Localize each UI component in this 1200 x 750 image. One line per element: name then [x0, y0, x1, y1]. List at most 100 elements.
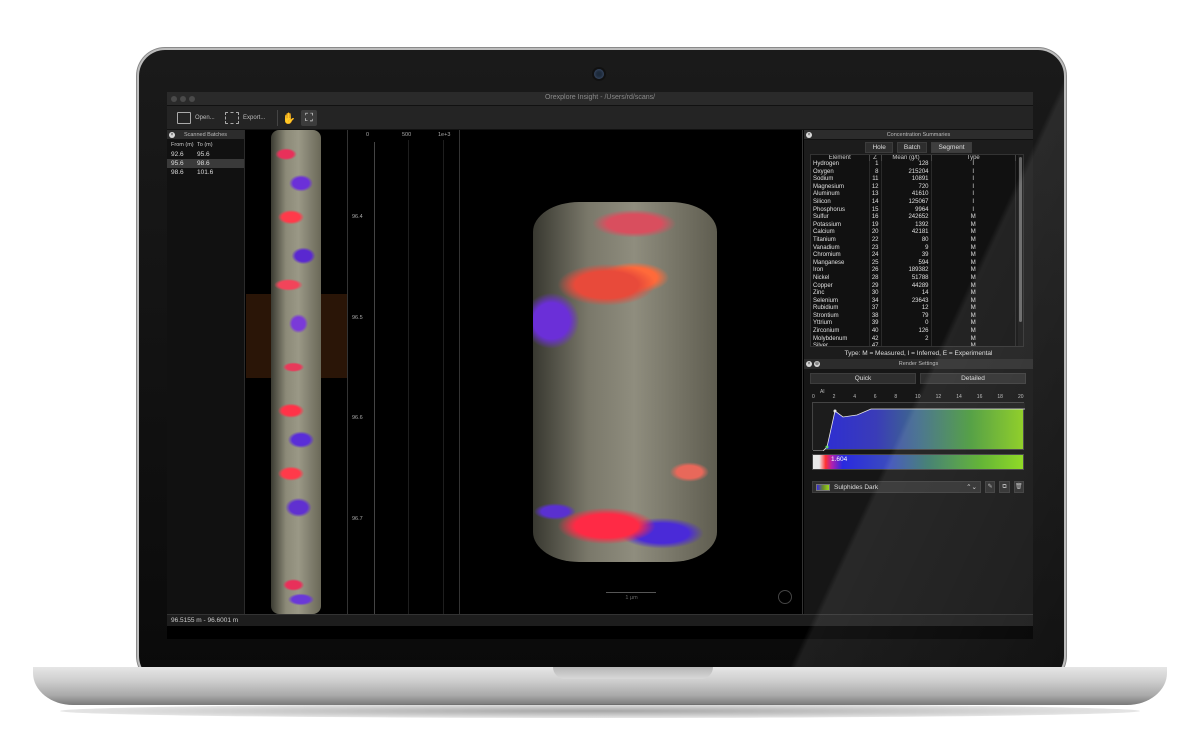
mean-concentration: 39	[881, 252, 932, 260]
3d-core-viewer[interactable]: 1 µm	[461, 130, 803, 614]
table-row[interactable]: Selenium 34 23643 M	[811, 297, 1016, 306]
batch-from: 92.6	[171, 151, 184, 158]
table-row[interactable]: Chromium 24 39 M	[811, 252, 1016, 260]
export-button[interactable]: Export...	[225, 109, 265, 127]
table-row[interactable]: Yttrium 39 0 M	[811, 320, 1016, 329]
atomic-number: 12	[869, 183, 882, 192]
histogram[interactable]	[812, 402, 1025, 451]
table-row[interactable]: Potassium 19 1392 M	[811, 221, 1016, 230]
table-row[interactable]: Oxygen 8 215204 I	[811, 168, 1016, 177]
batch-from: 95.6	[171, 160, 184, 167]
threshold-colorbar[interactable]: 1.604	[812, 454, 1024, 470]
tab-batch[interactable]: Batch	[896, 142, 928, 153]
table-row[interactable]: Hydrogen 1 128 I	[811, 161, 1016, 169]
mean-concentration: 9	[881, 244, 932, 253]
element-name: Vanadium	[811, 244, 870, 253]
element-name: Sulfur	[811, 214, 870, 222]
batch-from: 98.6	[171, 169, 184, 176]
measurement-type: M	[931, 343, 1016, 346]
table-row[interactable]: Aluminum 13 41610 I	[811, 191, 1016, 199]
table-row[interactable]: Iron 26 189382 M	[811, 267, 1016, 275]
table-row[interactable]: Zirconium 40 126 M	[811, 328, 1016, 336]
detailed-mode-button[interactable]: Detailed	[920, 373, 1026, 384]
core-3d-render[interactable]	[533, 202, 717, 562]
table-row[interactable]: Sulfur 16 242652 M	[811, 214, 1016, 222]
quick-mode-button[interactable]: Quick	[810, 373, 916, 384]
batch-table-header: From (m) To (m)	[167, 140, 244, 150]
batch-row-selected[interactable]: 95.6 98.6	[167, 159, 244, 168]
measurement-type: I	[931, 206, 1016, 215]
panel-header: × Concentration Summaries	[804, 130, 1033, 140]
concentration-table[interactable]: Element Z Mean (g/t) Type Hydrogen 1 128 I O…	[810, 154, 1024, 347]
screen: Orexplore Insight - /Users/rd/scans/ Ope…	[167, 92, 1033, 639]
element-name: Sodium	[811, 176, 870, 184]
table-row[interactable]: Vanadium 23 9 M	[811, 244, 1016, 253]
element-name: Molybdenum	[811, 335, 870, 344]
concentration-table-body: Hydrogen 1 128 I Oxygen 8 215204 I Sodium 11 10891…	[811, 161, 1016, 346]
detach-icon[interactable]: ⊕	[814, 361, 820, 367]
scale-label: 1 µm	[625, 595, 638, 601]
table-row[interactable]: Nickel 28 51788 M	[811, 274, 1016, 283]
atomic-number: 42	[869, 335, 882, 344]
measurement-type: M	[931, 229, 1016, 237]
batch-row[interactable]: 92.6 95.6	[167, 150, 244, 159]
column-header-from: From (m)	[171, 142, 194, 148]
table-row[interactable]: Molybdenum 42 2 M	[811, 335, 1016, 344]
close-icon[interactable]: ×	[806, 132, 812, 138]
table-row[interactable]: Strontium 38 79 M	[811, 312, 1016, 321]
table-row[interactable]: Rubidium 37 12 M	[811, 305, 1016, 313]
atomic-number: 37	[869, 305, 882, 313]
element-name: Phosphorus	[811, 206, 870, 215]
close-icon[interactable]: ×	[806, 361, 812, 367]
copy-preset-button[interactable]: ⧉	[999, 481, 1010, 493]
measurement-type: M	[931, 221, 1016, 230]
table-row[interactable]: Magnesium 12 720 I	[811, 183, 1016, 192]
table-row[interactable]: Calcium 20 42181 M	[811, 229, 1016, 237]
element-name: Silver	[811, 343, 870, 346]
mean-concentration: 0	[881, 320, 932, 329]
tab-hole[interactable]: Hole	[865, 142, 893, 153]
measurement-type: M	[931, 290, 1016, 298]
depth-tick-label: 96.6	[352, 415, 363, 421]
element-name: Oxygen	[811, 168, 870, 177]
table-row[interactable]: Titanium 22 80 M	[811, 236, 1016, 245]
mean-concentration: 128	[881, 161, 932, 169]
edit-preset-button[interactable]: ✎	[984, 481, 996, 493]
batch-row[interactable]: 98.6 101.6	[167, 168, 244, 177]
tab-segment[interactable]: Segment	[931, 142, 972, 153]
scrollbar-thumb[interactable]	[1019, 157, 1022, 322]
table-row[interactable]: Sodium 11 10891 I	[811, 176, 1016, 184]
table-row[interactable]: Copper 29 44289 M	[811, 282, 1016, 291]
atomic-number: 11	[869, 176, 882, 184]
select-tool-icon[interactable]: ⛶	[301, 110, 317, 126]
mean-concentration: 9964	[881, 206, 932, 215]
preset-dropdown[interactable]: Sulphides Dark ⌃⌄	[812, 481, 981, 493]
camera-icon	[594, 69, 604, 79]
histogram-tick-label: 16	[976, 394, 983, 400]
mean-concentration: 80	[881, 236, 932, 245]
scope-tabs: Hole Batch Segment	[804, 140, 1033, 155]
render-mode-buttons: Quick Detailed	[810, 373, 1026, 384]
core-overview[interactable]	[246, 130, 348, 614]
mean-concentration: 44289	[881, 282, 932, 291]
table-row[interactable]: Silicon 14 125067 I	[811, 198, 1016, 207]
mean-concentration: 14	[881, 290, 932, 298]
element-name: Chromium	[811, 252, 870, 260]
mean-concentration: 10891	[881, 176, 932, 184]
close-icon[interactable]: ×	[169, 132, 175, 138]
mean-concentration	[881, 343, 932, 346]
depth-ruler[interactable]: 0 500 1e+3 96.4 96.5 96.6 96.7	[348, 130, 460, 614]
title-bar: Orexplore Insight - /Users/rd/scans/	[167, 92, 1033, 106]
open-button[interactable]: Open...	[177, 109, 215, 127]
strip-frame	[246, 130, 348, 614]
table-row[interactable]: Phosphorus 15 9964 I	[811, 206, 1016, 215]
table-scrollbar[interactable]	[1018, 155, 1023, 346]
table-row[interactable]: Silver 47 M	[811, 343, 1016, 346]
hand-icon[interactable]: ✋	[281, 110, 297, 126]
preset-row: Sulphides Dark ⌃⌄ ✎ ⧉ 🗑	[812, 481, 1025, 493]
measurement-type: I	[931, 198, 1016, 207]
delete-preset-button[interactable]: 🗑	[1013, 481, 1025, 493]
table-row[interactable]: Manganese 25 594 M	[811, 259, 1016, 268]
table-row[interactable]: Zinc 30 14 M	[811, 290, 1016, 298]
laptop-base	[33, 667, 1167, 705]
